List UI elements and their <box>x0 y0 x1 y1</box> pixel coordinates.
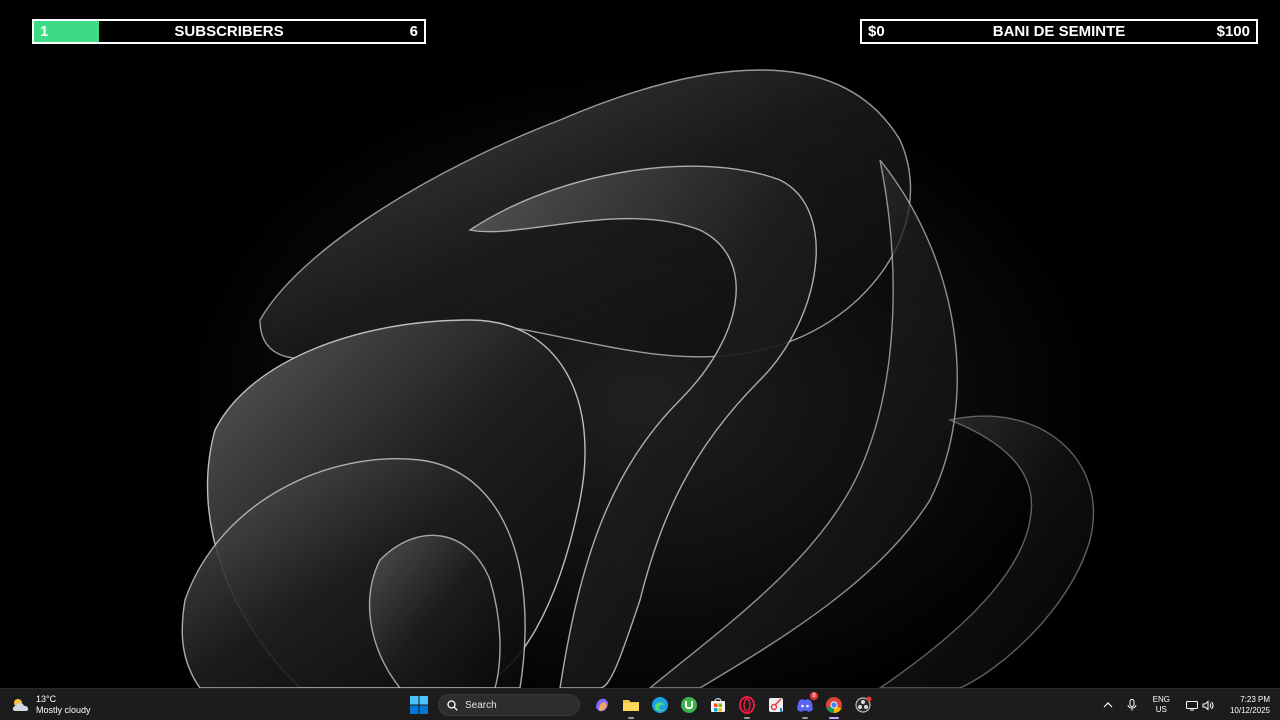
folder-icon <box>623 700 639 711</box>
desktop-wallpaper <box>0 0 1280 688</box>
opera-gx-icon <box>739 696 755 714</box>
obs-button[interactable] <box>849 691 877 719</box>
opera-gx-button[interactable] <box>733 691 761 719</box>
edge-browser-icon <box>652 697 668 713</box>
running-indicator <box>802 717 808 719</box>
microsoft-store-button[interactable] <box>704 691 732 719</box>
chevron-up-icon <box>1103 702 1113 708</box>
cloudy-weather-icon <box>12 699 29 711</box>
subscribers-target: 6 <box>409 23 418 40</box>
active-window-indicator <box>829 717 839 719</box>
money-label: BANI DE SEMINTE <box>992 23 1126 40</box>
language-code: ENG <box>1152 695 1170 704</box>
clock-button[interactable]: 7:23 PM 10/12/2025 <box>1230 691 1270 719</box>
system-tray: ENG US 7:23 PM 10/12/2025 <box>1095 691 1270 719</box>
clock-time: 7:23 PM <box>1240 695 1270 704</box>
weather-widget[interactable]: 13°C Mostly cloudy <box>10 693 91 717</box>
edge-button[interactable] <box>646 691 674 719</box>
region-code: US <box>1155 705 1167 714</box>
snipping-tool-button[interactable] <box>762 691 790 719</box>
file-explorer-button[interactable] <box>617 691 645 719</box>
snipping-tool-icon <box>769 698 783 712</box>
copilot-icon <box>596 698 608 712</box>
search-placeholder: Search <box>465 699 497 711</box>
network-icon <box>1185 700 1198 710</box>
subscribers-goal-bar: 1 SUBSCRIBERS 6 <box>32 19 426 44</box>
windows-start-icon <box>410 696 428 714</box>
volume-icon <box>1202 699 1214 711</box>
utorrent-button[interactable] <box>675 691 703 719</box>
show-hidden-icons-button[interactable] <box>1103 691 1113 719</box>
money-goal-bar: $0 BANI DE SEMINTE $100 <box>860 19 1258 44</box>
microphone-icon <box>1127 699 1137 711</box>
start-button[interactable] <box>405 691 433 719</box>
chrome-icon <box>826 697 842 714</box>
obs-recording-icon <box>855 696 872 713</box>
microphone-button[interactable] <box>1127 691 1137 719</box>
weather-condition: Mostly cloudy <box>36 705 91 715</box>
subscribers-label: SUBSCRIBERS <box>174 23 284 40</box>
running-indicator <box>744 717 750 719</box>
running-indicator <box>628 717 634 719</box>
taskbar-search-box[interactable]: Search <box>438 694 580 716</box>
input-language-indicator[interactable]: ENG US <box>1153 691 1170 719</box>
copilot-button[interactable] <box>588 691 616 719</box>
money-target: $100 <box>1216 23 1250 40</box>
chrome-button[interactable] <box>820 691 848 719</box>
notification-badge: 8 <box>810 692 818 700</box>
utorrent-icon <box>681 697 697 713</box>
discord-button[interactable]: 8 <box>791 691 819 719</box>
store-bag-icon <box>711 698 725 712</box>
clock-date: 10/12/2025 <box>1229 706 1270 715</box>
taskbar: 13°C Mostly cloudy Search 8 ENG US 7:23 … <box>0 688 1280 720</box>
search-icon <box>447 699 458 711</box>
weather-temp: 13°C <box>36 694 57 704</box>
network-volume-button[interactable] <box>1185 691 1214 719</box>
